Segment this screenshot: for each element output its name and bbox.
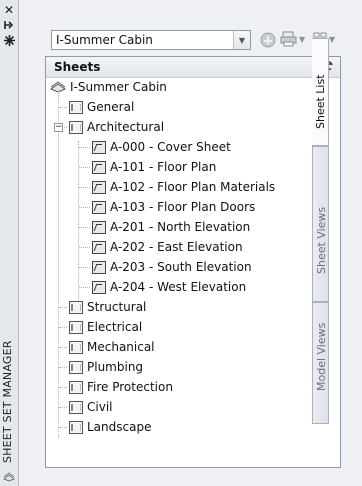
tree-connector <box>79 247 90 248</box>
tree-connector <box>79 167 90 168</box>
sheet-tree: Sheets I-Summer Cabin General Architectur… <box>45 56 341 468</box>
tree-connector <box>79 147 90 148</box>
tree-item-label: A-103 - Floor Plan Doors <box>110 200 256 214</box>
tree-guide-line <box>78 141 79 301</box>
subset-icon <box>69 340 83 354</box>
tree-item-label: A-203 - South Elevation <box>110 260 252 274</box>
tree-item-label: Structural <box>87 300 147 314</box>
tree-connector <box>79 287 90 288</box>
subset-item[interactable]: Civil <box>69 397 112 417</box>
subset-icon <box>69 320 83 334</box>
tree-connector <box>59 407 67 408</box>
tree-connector <box>79 207 90 208</box>
subset-icon <box>69 100 83 114</box>
tree-item-label: A-201 - North Elevation <box>110 220 251 234</box>
sheet-set-selector-value: I-Summer Cabin <box>56 33 153 47</box>
subset-item[interactable]: General <box>69 97 134 117</box>
tree-item-label: Plumbing <box>87 360 144 374</box>
sheet-item[interactable]: A-201 - North Elevation <box>92 217 250 237</box>
tree-connector <box>59 427 67 428</box>
subset-icon <box>69 380 83 394</box>
subset-icon <box>69 360 83 374</box>
sheet-item[interactable]: A-000 - Cover Sheet <box>92 137 231 157</box>
tree-connector <box>79 267 90 268</box>
tree-header-label: Sheets <box>54 60 101 74</box>
layout-sheet-icon <box>92 240 106 254</box>
collapse-icon[interactable]: − <box>54 123 63 132</box>
palette-menu-icon[interactable] <box>3 472 15 482</box>
publish-icon[interactable] <box>259 31 277 49</box>
tree-item-label: Architectural <box>87 120 165 134</box>
palette-title-strip: ✕ SHEET SET MANAGER <box>0 0 19 486</box>
layout-sheet-icon <box>92 180 106 194</box>
subset-item[interactable]: Architectural <box>69 117 164 137</box>
sheet-set-selector[interactable]: I-Summer Cabin ▼ <box>51 30 251 50</box>
subset-item[interactable]: Electrical <box>69 317 142 337</box>
palette-title: SHEET SET MANAGER <box>1 340 14 463</box>
layout-sheet-icon <box>92 200 106 214</box>
tree-item-label: Electrical <box>87 320 143 334</box>
tree-header: Sheets <box>46 57 340 78</box>
sheet-item[interactable]: A-103 - Floor Plan Doors <box>92 197 255 217</box>
panel-tabs: Sheet List Sheet Views Model Views <box>312 0 362 486</box>
tab-sheet-list[interactable]: Sheet List <box>312 38 329 146</box>
tab-model-views[interactable]: Model Views <box>312 302 329 424</box>
layout-sheet-icon <box>92 160 106 174</box>
tree-connector <box>59 347 67 348</box>
close-icon[interactable]: ✕ <box>2 3 16 17</box>
subset-item[interactable]: Plumbing <box>69 357 143 377</box>
tree-item-label: Mechanical <box>87 340 155 354</box>
sheet-set-panel: I-Summer Cabin ▼ ▼ ▼ Sheets I-Summer Cab… <box>34 0 346 486</box>
layout-sheet-icon <box>92 280 106 294</box>
layout-sheet-icon <box>92 220 106 234</box>
tree-root[interactable]: I-Summer Cabin <box>50 77 167 97</box>
properties-icon[interactable] <box>2 33 16 47</box>
subset-item[interactable]: Fire Protection <box>69 377 173 397</box>
subset-icon <box>69 120 83 134</box>
tree-item-label: A-000 - Cover Sheet <box>110 140 231 154</box>
sheet-item[interactable]: A-202 - East Elevation <box>92 237 243 257</box>
subset-icon <box>69 400 83 414</box>
tree-item-label: Fire Protection <box>87 380 173 394</box>
tab-sheet-views[interactable]: Sheet Views <box>312 146 329 302</box>
sheet-item[interactable]: A-203 - South Elevation <box>92 257 252 277</box>
layout-sheet-icon <box>92 260 106 274</box>
sheet-item[interactable]: A-204 - West Elevation <box>92 277 246 297</box>
tree-item-label: Civil <box>87 400 113 414</box>
subset-item[interactable]: Mechanical <box>69 337 155 357</box>
tree-item-label: A-204 - West Elevation <box>110 280 247 294</box>
tree-item-label: General <box>87 100 135 114</box>
plot-icon[interactable]: ▼ <box>280 31 305 47</box>
chevron-down-icon[interactable]: ▼ <box>233 31 250 49</box>
tree-connector <box>59 107 67 108</box>
subset-item[interactable]: Landscape <box>69 417 151 437</box>
tree-connector <box>79 187 90 188</box>
tree-connector <box>59 367 67 368</box>
subset-item[interactable]: Structural <box>69 297 146 317</box>
tree-item-label: A-102 - Floor Plan Materials <box>110 180 276 194</box>
tree-connector <box>59 327 67 328</box>
layout-sheet-icon <box>92 140 106 154</box>
sheet-item[interactable]: A-101 - Floor Plan <box>92 157 216 177</box>
tree-connector <box>79 227 90 228</box>
tree-connector <box>59 387 67 388</box>
tree-item-label: A-101 - Floor Plan <box>110 160 217 174</box>
tree-item-label: A-202 - East Elevation <box>110 240 243 254</box>
tree-connector <box>59 307 67 308</box>
subset-icon <box>69 300 83 314</box>
tree-guide-line <box>58 90 59 438</box>
sheet-item[interactable]: A-102 - Floor Plan Materials <box>92 177 275 197</box>
tree-root-label: I-Summer Cabin <box>70 80 167 94</box>
subset-icon <box>69 420 83 434</box>
autohide-icon[interactable] <box>2 18 16 32</box>
tree-item-label: Landscape <box>87 420 152 434</box>
